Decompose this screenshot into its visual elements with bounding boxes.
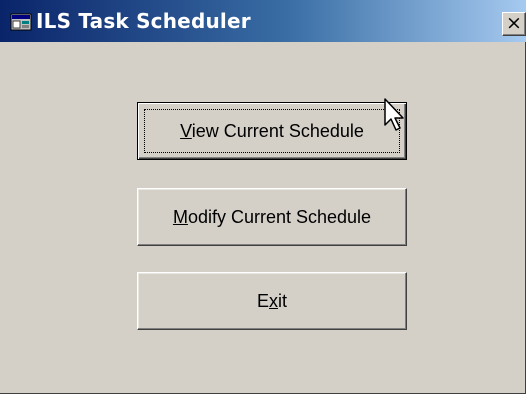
label-before: E [256,291,269,311]
label-rest: iew Current Schedule [191,121,364,141]
exit-button[interactable]: Exit [137,272,407,330]
close-button[interactable]: × [502,12,526,36]
label-rest: it [278,291,287,311]
view-current-schedule-button[interactable]: View Current Schedule [137,102,407,160]
app-window: ILS Task Scheduler × View Current Schedu… [0,0,526,394]
mnemonic-v: V [180,121,192,141]
dialog-body: View Current Schedule Modify Current Sch… [0,42,526,394]
mouse-pointer-icon [384,98,404,131]
window-title: ILS Task Scheduler [36,9,251,33]
mnemonic-x: x [269,291,278,311]
view-current-schedule-label: View Current Schedule [180,121,364,141]
exit-label: Exit [257,291,287,311]
label-rest: odify Current Schedule [187,207,372,227]
title-bar[interactable]: ILS Task Scheduler × [0,0,526,42]
modify-current-schedule-button[interactable]: Modify Current Schedule [137,188,407,246]
modify-current-schedule-label: Modify Current Schedule [173,207,371,227]
app-window-icon [10,13,32,31]
mnemonic-m: M [172,207,188,227]
close-icon: × [506,12,522,34]
